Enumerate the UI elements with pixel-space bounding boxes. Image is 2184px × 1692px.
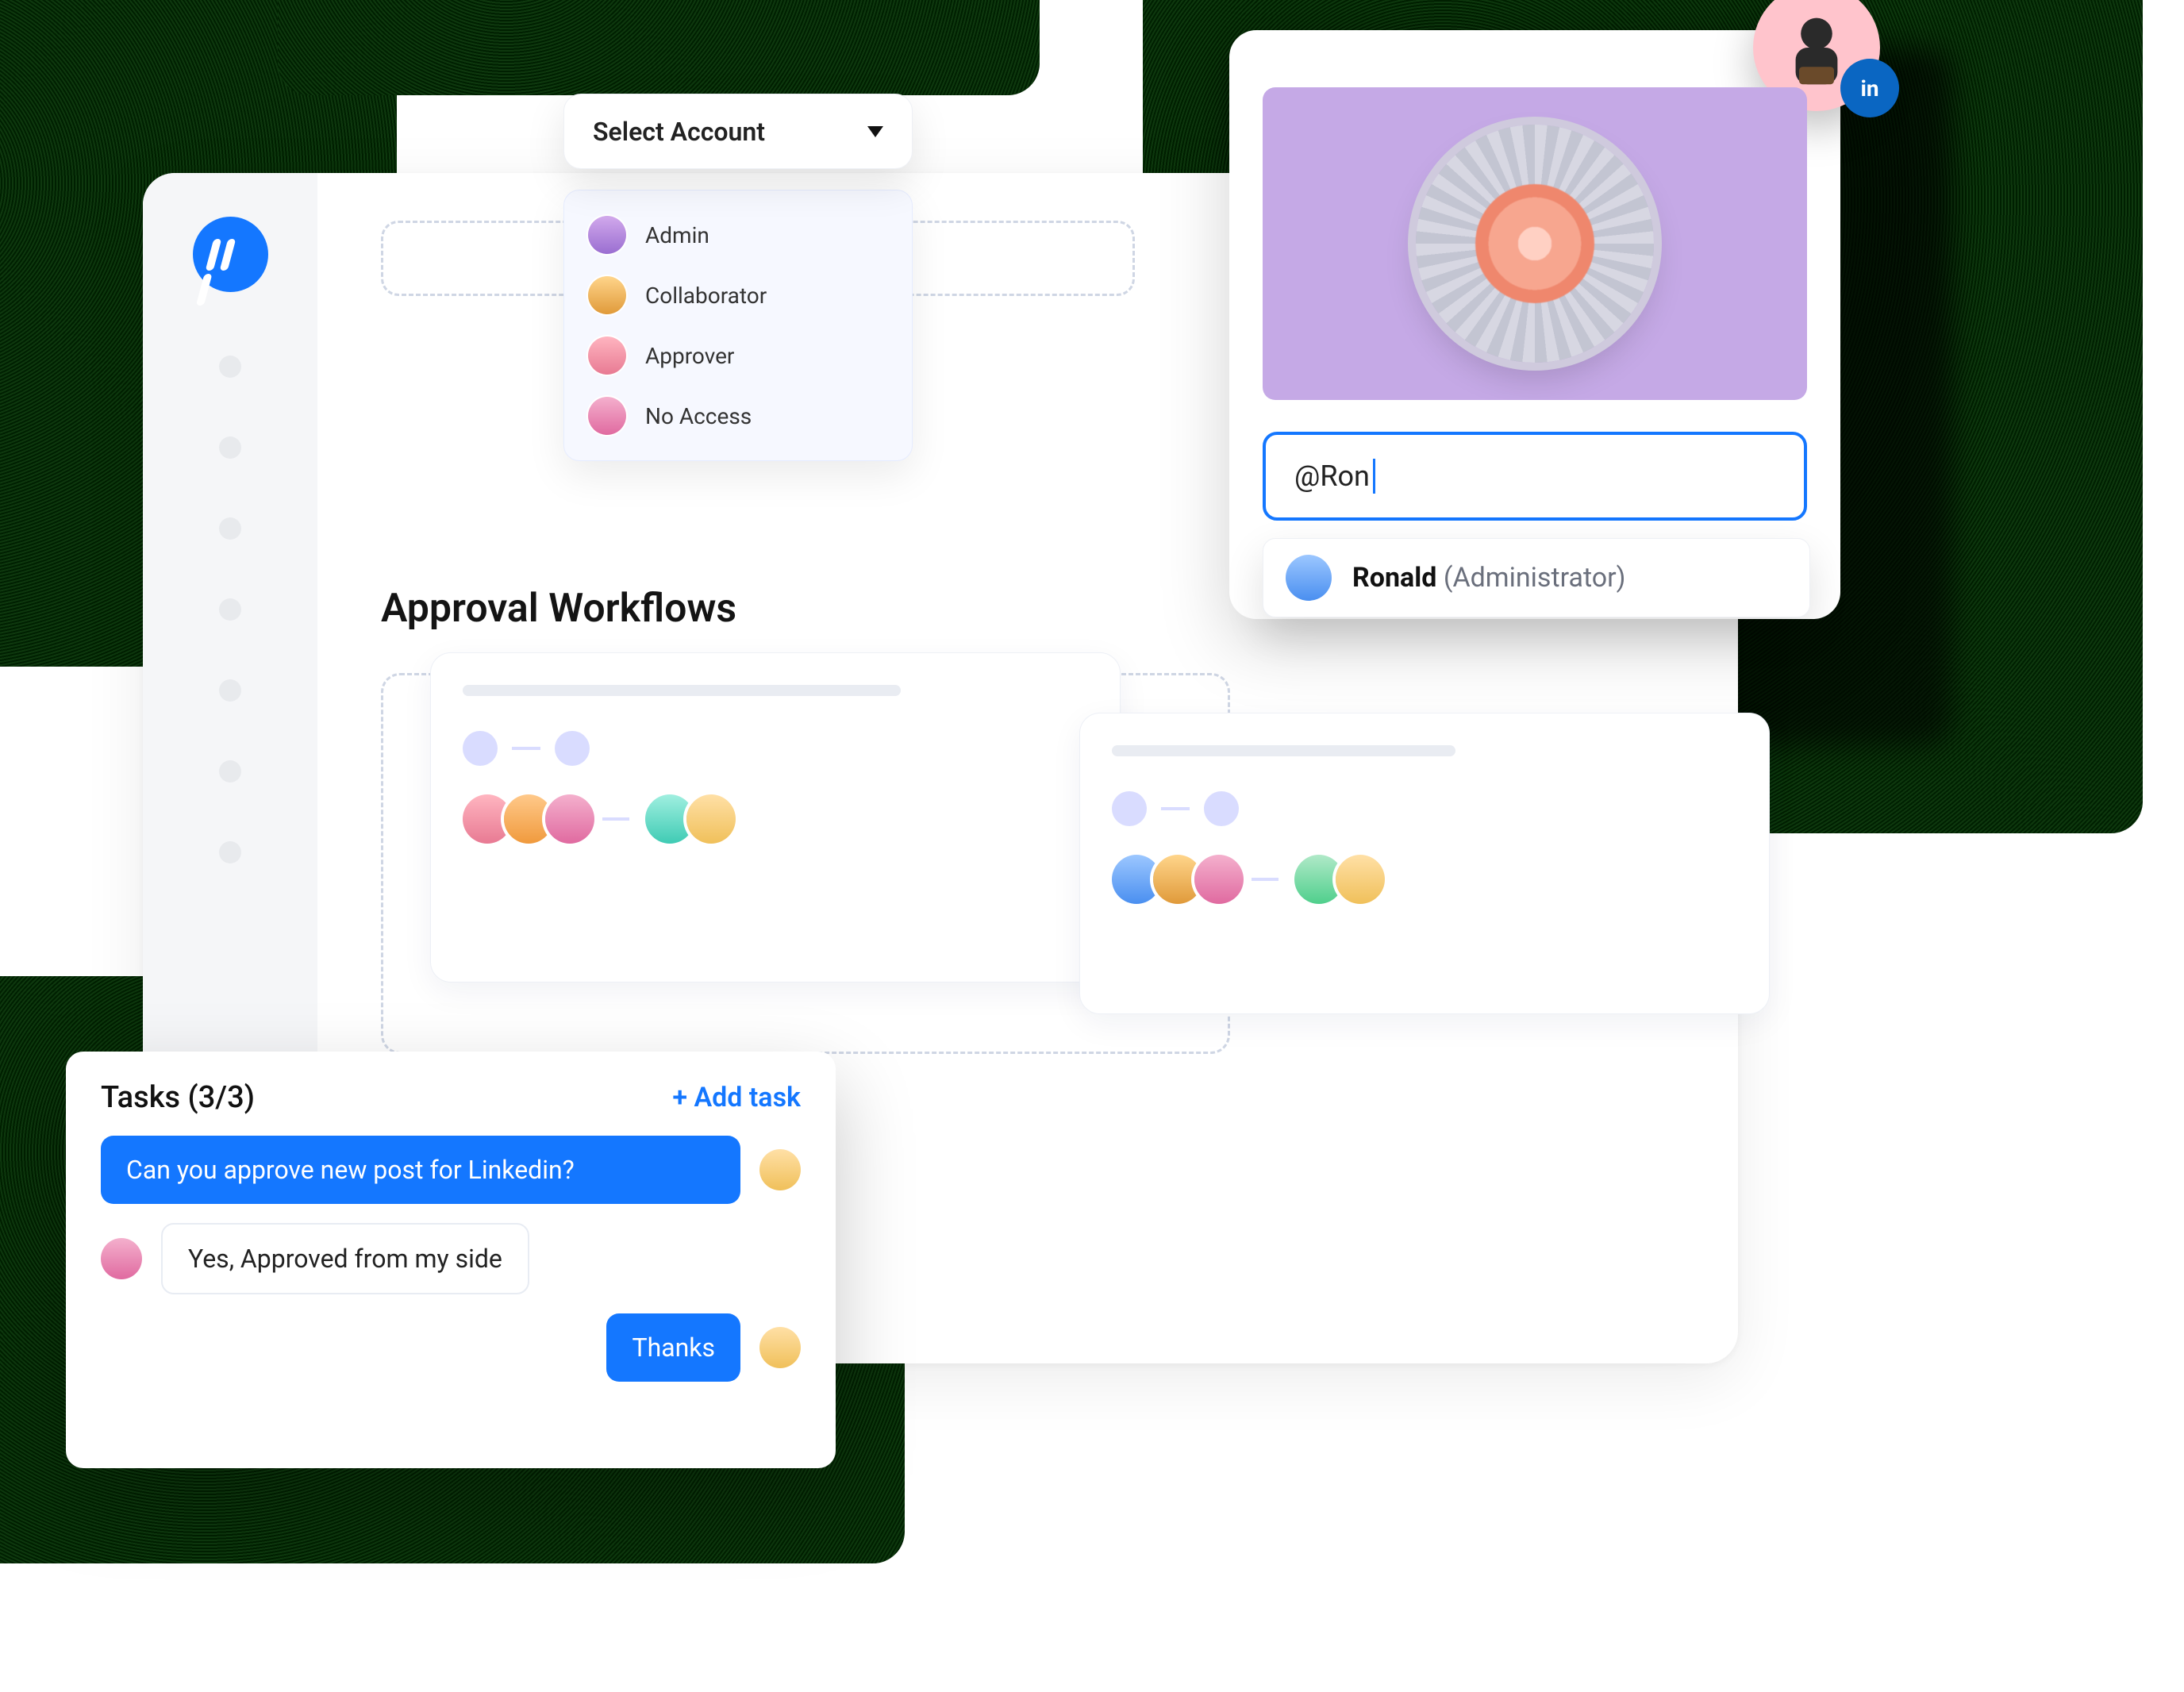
task-message-row: Yes, Approved from my side [101,1223,801,1294]
avatar-icon [686,794,736,844]
post-preview-card: in @Ron Ronald (Administrator) [1229,30,1840,619]
task-message-incoming[interactable]: Yes, Approved from my side [161,1223,529,1294]
workflow-steps [463,731,1088,766]
task-message-outgoing[interactable]: Thanks [606,1313,740,1382]
workflow-avatars [1112,855,1737,904]
task-message-row: Thanks [101,1313,801,1382]
role-option-no-access[interactable]: No Access [582,386,894,446]
role-label: Collaborator [645,283,767,309]
role-option-collaborator[interactable]: Collaborator [582,265,894,325]
add-task-button[interactable]: + Add task [672,1082,801,1113]
post-media [1263,87,1807,400]
step-dot-icon [555,731,590,766]
avatar-icon [588,276,626,314]
chevron-down-icon [867,126,883,137]
workflow-steps [1112,791,1737,826]
avatar-icon [588,216,626,254]
role-option-approver[interactable]: Approver [582,325,894,386]
workflow-card[interactable] [1079,713,1770,1014]
select-account-group: Select Account Admin Collaborator Approv… [429,94,913,461]
step-dot-icon [463,731,498,766]
step-connector-icon [1252,878,1278,881]
step-dot-icon [1112,791,1147,826]
logo-mark-icon [206,239,256,271]
mention-suggestion-role: (Administrator) [1444,562,1626,594]
task-message-outgoing[interactable]: Can you approve new post for Linkedin? [101,1136,740,1204]
nav-item-placeholder[interactable] [219,436,241,459]
step-connector-icon [1161,807,1190,810]
select-account-dropdown[interactable]: Select Account [563,94,913,169]
nav-item-placeholder[interactable] [219,841,241,863]
mention-input[interactable]: @Ron [1263,432,1807,521]
tasks-card: Tasks (3/3) + Add task Can you approve n… [66,1052,836,1468]
section-title-approval-workflows: Approval Workflows [381,586,736,632]
decorative-noise [278,0,1040,95]
select-account-label: Select Account [593,117,765,147]
step-dot-icon [1204,791,1239,826]
task-message-row: Can you approve new post for Linkedin? [101,1136,801,1204]
avatar-icon [588,397,626,435]
mention-suggestion-name: Ronald [1352,562,1436,594]
flower-illustration-icon [1475,184,1594,303]
nav-item-placeholder[interactable] [219,679,241,702]
avatar-icon [101,1238,142,1279]
nav-item-placeholder[interactable] [219,598,241,621]
workflow-card[interactable] [430,652,1121,983]
linkedin-icon: in [1845,63,1894,113]
mention-input-value: @Ron [1294,460,1370,493]
avatar-icon [759,1149,801,1190]
app-logo [193,217,268,292]
avatar-icon [588,336,626,375]
avatar-icon [1336,855,1385,904]
mention-suggestion[interactable]: Ronald (Administrator) [1263,538,1810,617]
avatar-icon [1286,555,1332,601]
avatar-icon [1194,855,1244,904]
placeholder-line [463,685,901,696]
role-label: Admin [645,222,709,248]
nav-item-placeholder[interactable] [219,517,241,540]
plate-illustration-icon [1416,125,1654,363]
avatar-icon [545,794,594,844]
step-connector-icon [602,817,629,821]
role-option-admin[interactable]: Admin [582,205,894,265]
tasks-title: Tasks (3/3) [101,1080,255,1115]
text-cursor-icon [1373,459,1375,494]
avatar-icon [759,1327,801,1368]
roles-panel: Admin Collaborator Approver No Access [563,190,913,461]
role-label: No Access [645,403,752,429]
placeholder-line [1112,745,1455,756]
nav-item-placeholder[interactable] [219,760,241,783]
role-label: Approver [645,343,734,369]
nav-item-placeholder[interactable] [219,356,241,378]
workflow-avatars [463,794,1088,844]
step-connector-icon [512,747,540,750]
